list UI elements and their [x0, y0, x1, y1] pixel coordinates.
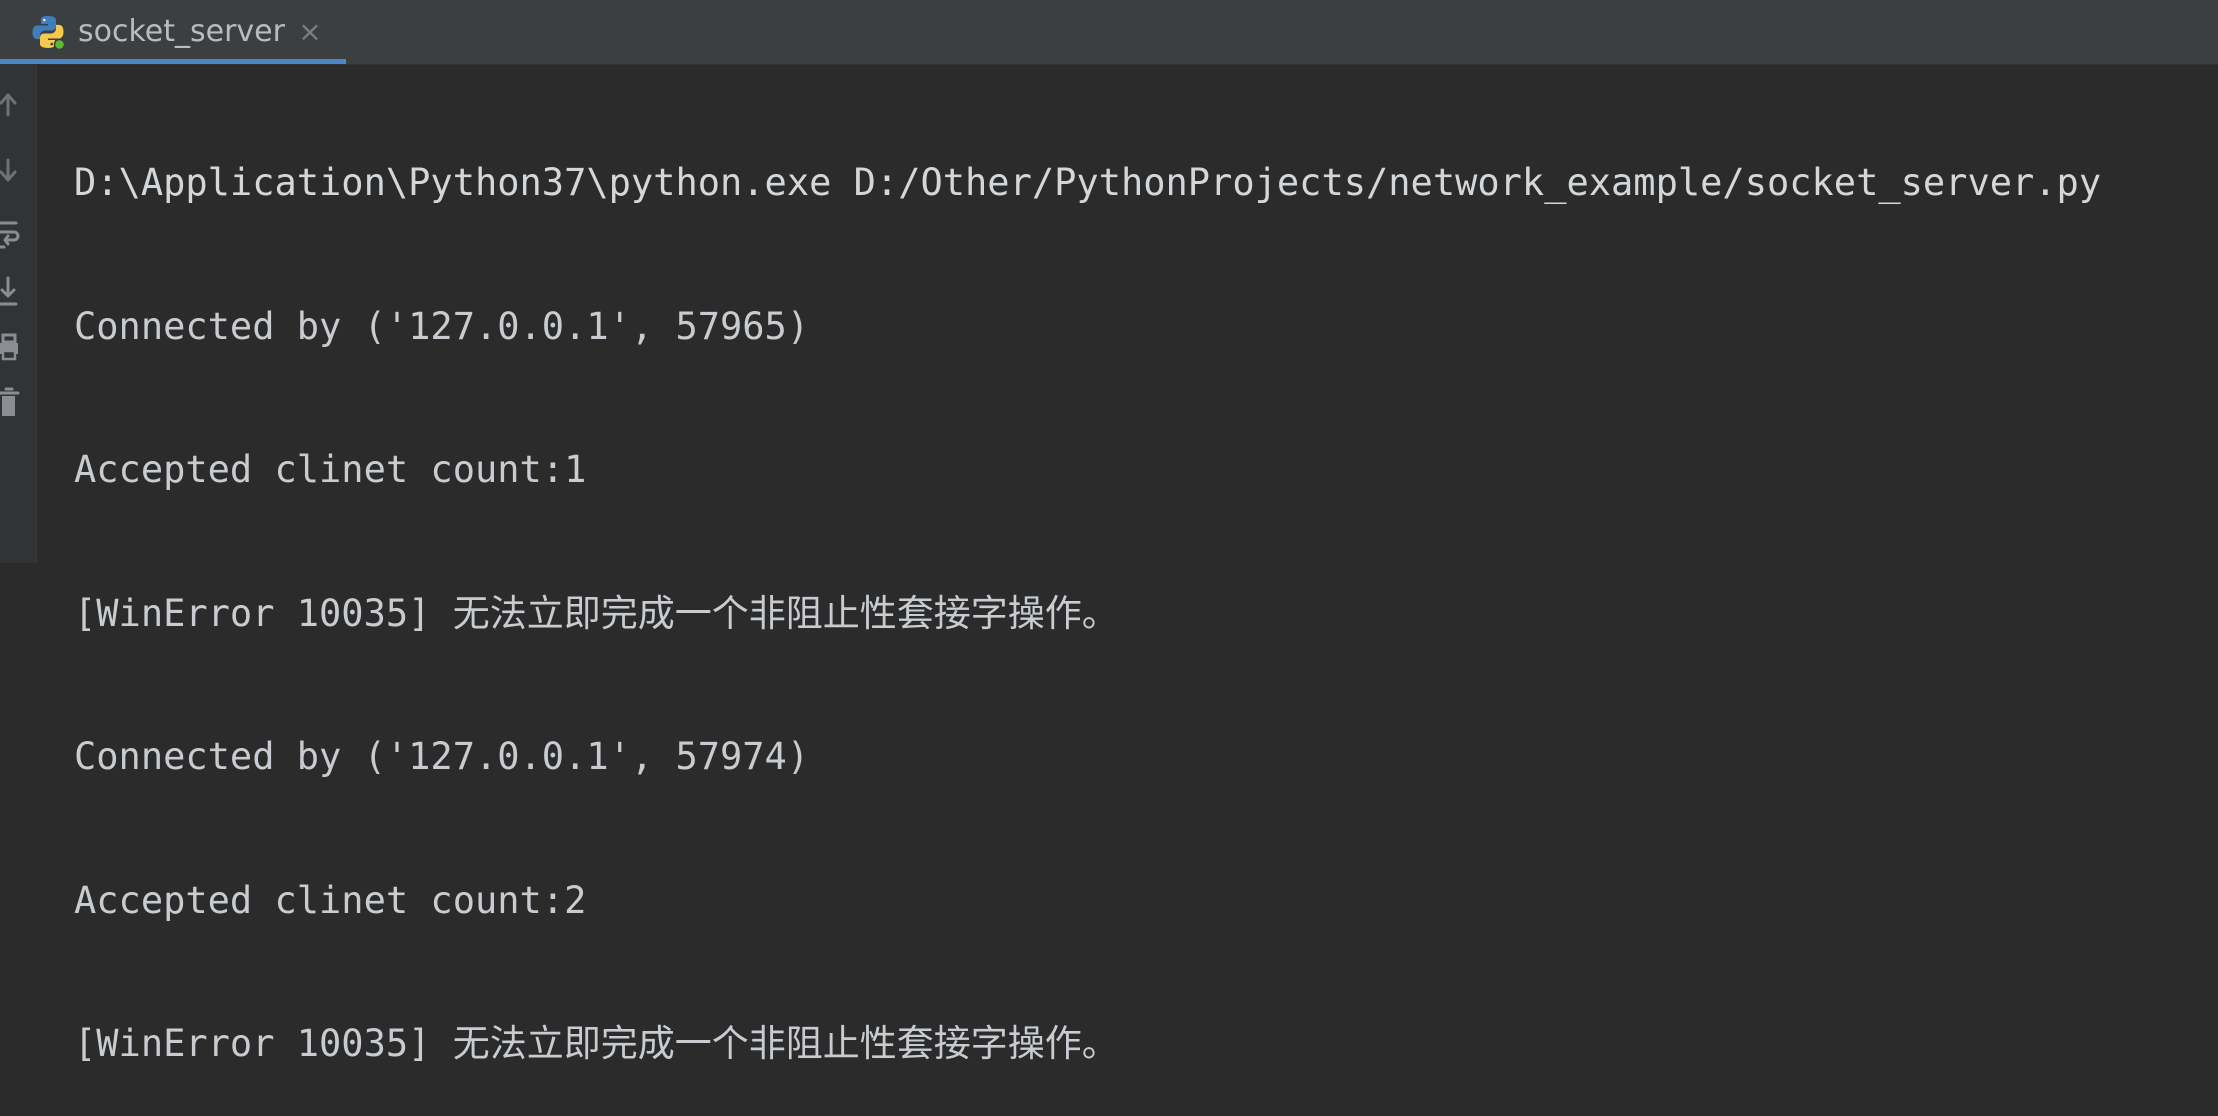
console-error-line: [WinError 10035] 无法立即完成一个非阻止性套接字操作。: [74, 591, 1119, 635]
print-icon[interactable]: [0, 327, 20, 367]
down-arrow-icon[interactable]: [0, 152, 20, 192]
console-output[interactable]: D:\Application\Python37\python.exe D:/Ot…: [74, 68, 2218, 1116]
console-toolbar: [0, 65, 37, 563]
console-line: Connected by ('127.0.0.1', 57974): [74, 735, 810, 778]
tab-socket-server[interactable]: socket_server ×: [0, 0, 346, 64]
active-tab-indicator: [0, 59, 346, 64]
console-line: Accepted clinet count:2: [74, 878, 587, 922]
trash-icon[interactable]: [0, 383, 20, 423]
editor-tab-bar: socket_server ×: [0, 0, 2218, 65]
up-arrow-icon[interactable]: [0, 83, 20, 123]
console-error-line: [WinError 10035] 无法立即完成一个非阻止性套接字操作。: [74, 1022, 1119, 1065]
console-command-line: D:\Application\Python37\python.exe D:/Ot…: [74, 161, 2102, 204]
soft-wrap-icon[interactable]: [0, 213, 20, 253]
python-icon: [28, 12, 68, 52]
scroll-to-end-icon[interactable]: [0, 272, 20, 312]
tab-title: socket_server: [78, 14, 285, 49]
console-line: Accepted clinet count:1: [74, 448, 587, 491]
close-icon[interactable]: ×: [296, 18, 324, 46]
console-line: Connected by ('127.0.0.1', 57965): [74, 304, 810, 348]
